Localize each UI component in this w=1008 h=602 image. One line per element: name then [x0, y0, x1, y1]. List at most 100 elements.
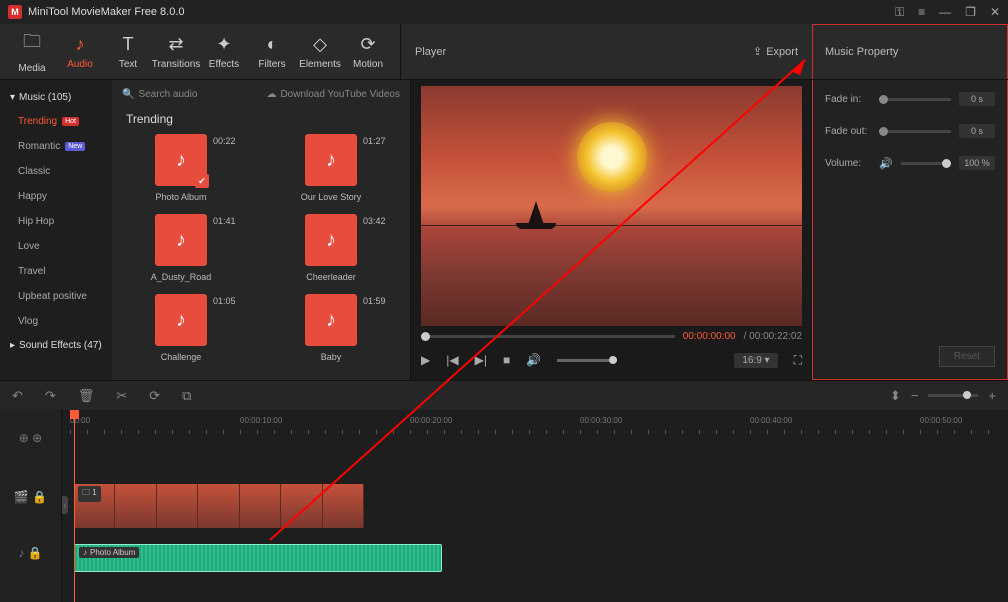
category-happy[interactable]: Happy — [0, 184, 112, 209]
elements-icon: ◇ — [313, 34, 327, 55]
music-icon: ♪ — [155, 214, 207, 266]
category-music-header[interactable]: ▾ Music (105) — [0, 86, 112, 109]
player-panel: 00:00:00:00 / 00:00:22:02 ▶ |◀ ▶| ■ 🔊 16… — [410, 80, 812, 380]
tab-audio[interactable]: ♪Audio — [56, 28, 104, 75]
timeline-ruler[interactable]: 00:0000:00:10:0000:00:20:0000:00:30:0000… — [62, 410, 1008, 466]
undo-button[interactable]: ↶ — [12, 388, 23, 404]
property-header: Music Property — [812, 24, 1008, 79]
tab-effects[interactable]: ✦Effects — [200, 28, 248, 75]
zoom-in-button[interactable]: + — [988, 388, 996, 403]
timeline-tracks[interactable]: 00:0000:00:10:0000:00:20:0000:00:30:0000… — [62, 410, 1008, 602]
volume-prop-slider[interactable] — [901, 162, 951, 165]
cut-button[interactable]: ✂ — [116, 388, 127, 404]
cloud-icon: ☁ — [266, 89, 276, 100]
category-trending[interactable]: TrendingHot — [0, 109, 112, 134]
audio-card[interactable]: ♪01:27Our Love Story — [276, 134, 386, 202]
fullscreen-button[interactable]: ⛶ — [794, 353, 802, 368]
audio-name: Baby — [321, 352, 342, 362]
minimize-icon[interactable]: — — [939, 5, 951, 19]
timeline-align-icon[interactable]: ⬍ — [890, 388, 901, 404]
audio-duration: 01:41 — [213, 216, 236, 226]
audio-card[interactable]: ♪01:05Challenge — [126, 294, 236, 362]
menu-icon[interactable]: ≡ — [918, 5, 925, 19]
tab-transitions[interactable]: ⇄Transitions — [152, 28, 200, 75]
music-icon: ♪ — [305, 214, 357, 266]
transitions-icon: ⇄ — [168, 34, 183, 55]
grid-section-title: Trending — [112, 108, 410, 134]
maximize-icon[interactable]: ❐ — [965, 5, 976, 19]
aspect-ratio-select[interactable]: 16:9 ▾ — [734, 353, 777, 368]
audio-card[interactable]: ♪03:42Cheerleader — [276, 214, 386, 282]
fade-in-slider[interactable] — [879, 98, 951, 101]
audio-card[interactable]: ♪00:22✔Photo Album — [126, 134, 236, 202]
panel-resize-nub[interactable]: › — [62, 496, 68, 514]
music-icon: ♪ — [155, 294, 207, 346]
speed-button[interactable]: ⟳ — [149, 388, 160, 404]
tab-text[interactable]: TText — [104, 28, 152, 75]
audio-card[interactable]: ♪ 01:41 A_Dusty_Road — [126, 214, 236, 282]
zoom-out-button[interactable]: − — [911, 388, 919, 403]
close-icon[interactable]: ✕ — [990, 5, 1000, 19]
ruler-tick: 00:00:10:00 — [240, 416, 282, 425]
video-clip[interactable]: 🗀 1 — [74, 484, 364, 528]
tab-media[interactable]: 🗀Media — [8, 28, 56, 75]
audio-duration: 01:05 — [213, 296, 236, 306]
tab-elements[interactable]: ◇Elements — [296, 28, 344, 75]
delete-button[interactable]: 🗑 — [78, 388, 95, 404]
ruler-tick: 00:00:20:00 — [410, 416, 452, 425]
seek-bar[interactable] — [421, 335, 675, 338]
audio-name: Our Love Story — [301, 192, 362, 202]
video-track-controls[interactable]: 🎬 🔒 — [0, 466, 61, 528]
zoom-slider[interactable] — [928, 394, 978, 397]
library-panel: ▾ Music (105) TrendingHotRomanticNewClas… — [0, 80, 410, 380]
preview-canvas[interactable] — [421, 86, 802, 326]
ruler-tick: 00:00:50:00 — [920, 416, 962, 425]
effects-icon: ✦ — [216, 34, 231, 55]
check-icon: ✔ — [195, 174, 209, 188]
category-upbeat-positive[interactable]: Upbeat positive — [0, 284, 112, 309]
category-love[interactable]: Love — [0, 234, 112, 259]
app-title: MiniTool MovieMaker Free 8.0.0 — [28, 6, 185, 18]
music-property-panel: Fade in: 0 s Fade out: 0 s Volume: 🔊 100… — [812, 80, 1008, 380]
tab-filters[interactable]: ◐Filters — [248, 28, 296, 75]
category-vlog[interactable]: Vlog — [0, 309, 112, 334]
key-icon[interactable]: ⚿ — [895, 5, 904, 20]
volume-icon[interactable]: 🔊 — [526, 353, 541, 367]
volume-slider[interactable] — [557, 359, 617, 362]
timeline-toolbar: ↶ ↷ 🗑 ✂ ⟳ ⧉ ⬍ − + — [0, 380, 1008, 410]
play-button[interactable]: ▶ — [421, 353, 430, 367]
category-travel[interactable]: Travel — [0, 259, 112, 284]
fade-out-slider[interactable] — [879, 130, 951, 133]
category-sfx-header[interactable]: ▸ Sound Effects (47) — [0, 334, 112, 357]
media-icon: 🗀 — [23, 29, 41, 59]
fade-in-label: Fade in: — [825, 94, 871, 105]
music-icon: ♪ — [305, 134, 357, 186]
search-audio[interactable]: 🔍Search audio — [122, 89, 197, 100]
stop-button[interactable]: ■ — [503, 353, 510, 367]
crop-button[interactable]: ⧉ — [182, 388, 191, 404]
export-icon: ⇪ — [753, 45, 762, 58]
track-add-buttons[interactable]: ⊕ ⊕ — [0, 410, 61, 466]
category-romantic[interactable]: RomanticNew — [0, 134, 112, 159]
search-icon: 🔍 — [122, 89, 134, 100]
prev-frame-button[interactable]: |◀ — [446, 353, 458, 367]
audio-clip[interactable]: ♪ Photo Album — [74, 544, 442, 572]
property-title: Music Property — [825, 46, 898, 58]
next-frame-button[interactable]: ▶| — [475, 353, 487, 367]
audio-card[interactable]: ♪01:59Baby — [276, 294, 386, 362]
audio-name: A_Dusty_Road — [151, 272, 212, 282]
audio-track-controls[interactable]: ♪ 🔒 — [0, 528, 61, 578]
player-header: Player ⇪Export — [400, 24, 812, 79]
export-button[interactable]: ⇪Export — [753, 45, 798, 58]
redo-button[interactable]: ↷ — [45, 388, 56, 404]
reset-button[interactable]: Reset — [939, 346, 995, 367]
category-hip-hop[interactable]: Hip Hop — [0, 209, 112, 234]
player-title: Player — [415, 46, 446, 58]
volume-value: 100 % — [959, 156, 995, 170]
filters-icon: ◐ — [267, 34, 278, 55]
download-youtube[interactable]: ☁Download YouTube Videos — [266, 89, 400, 100]
playhead[interactable] — [74, 410, 75, 602]
titlebar: M MiniTool MovieMaker Free 8.0.0 ⚿ ≡ — ❐… — [0, 0, 1008, 24]
category-classic[interactable]: Classic — [0, 159, 112, 184]
tab-motion[interactable]: ⟳Motion — [344, 28, 392, 75]
